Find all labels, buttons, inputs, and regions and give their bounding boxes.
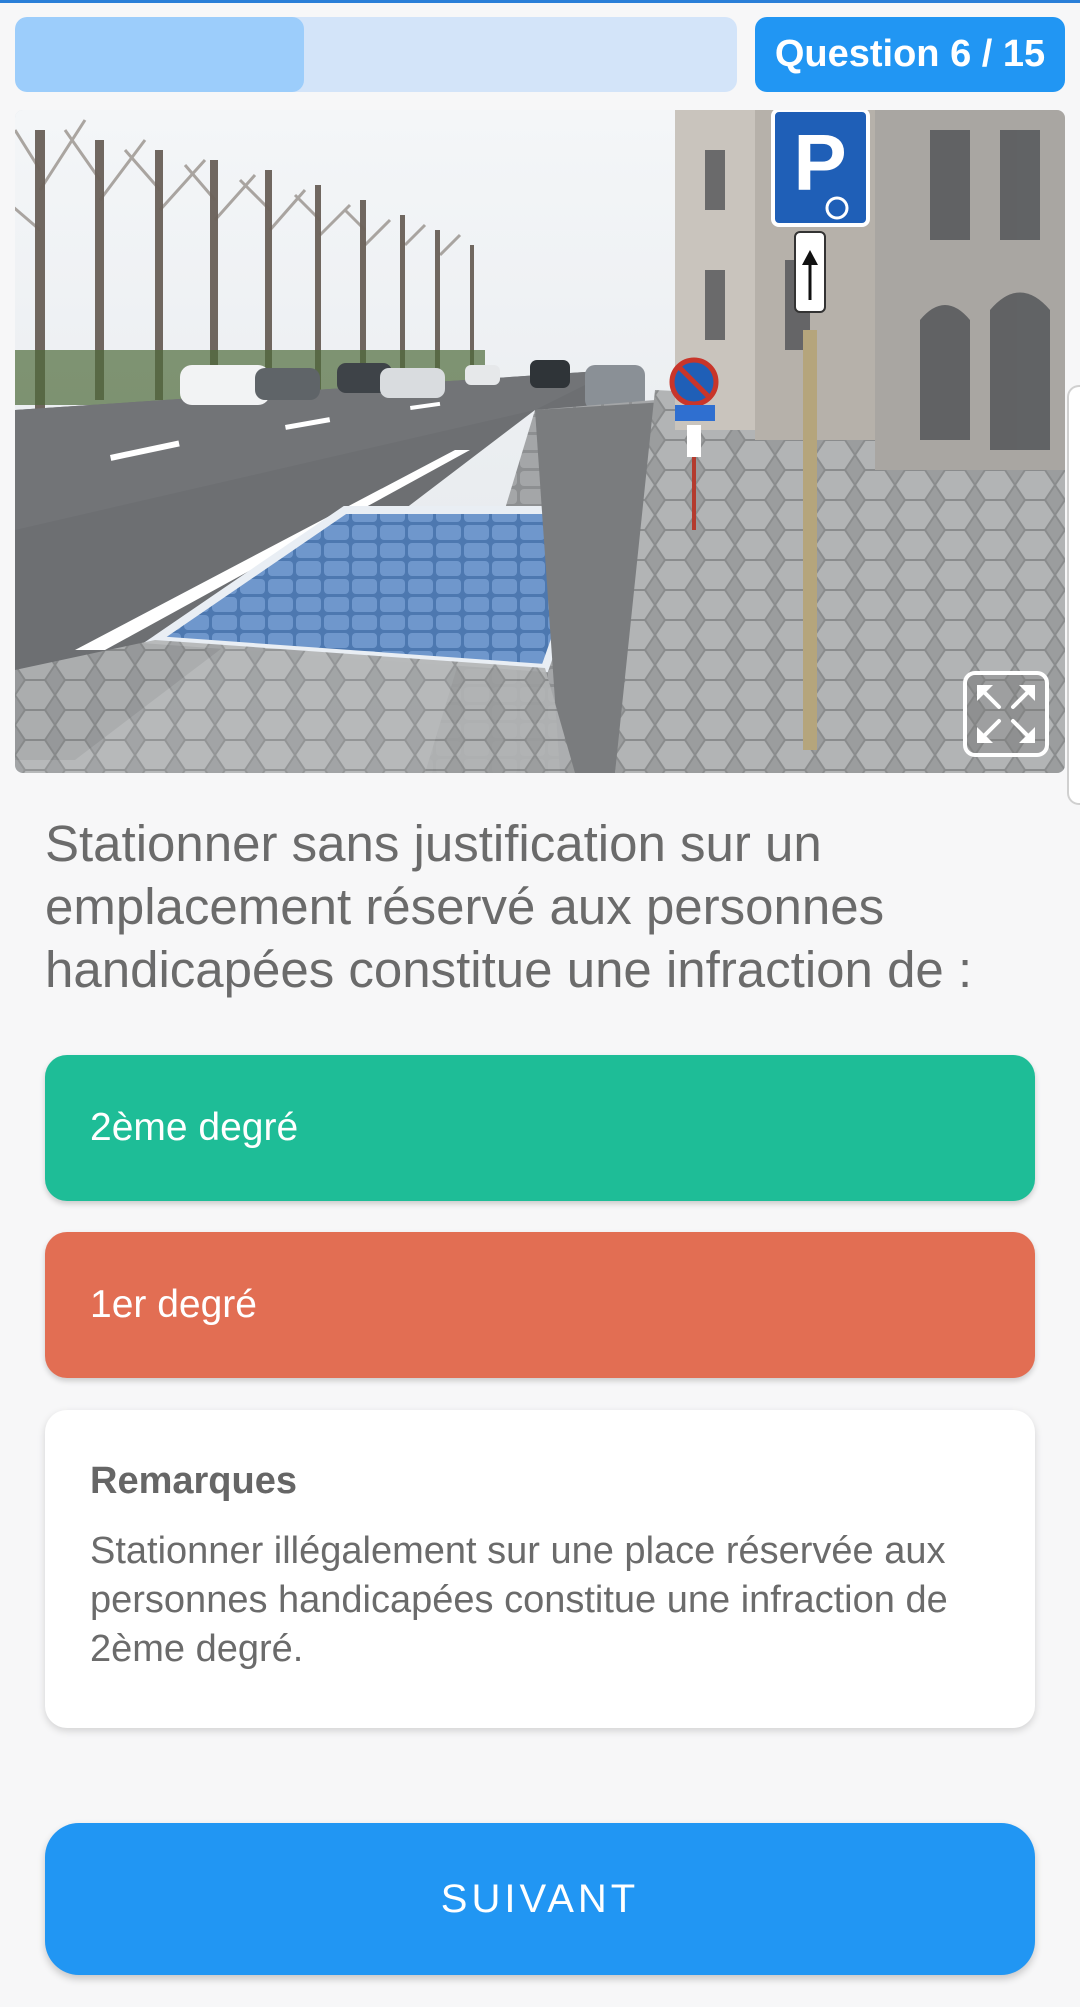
question-text: Stationner sans justification sur un emp… <box>45 815 973 998</box>
question-counter-badge: Question 6 / 15 <box>755 17 1065 92</box>
answer-label: 1er degré <box>90 1283 257 1326</box>
remarks-body: Stationner illégalement sur une place ré… <box>90 1530 948 1670</box>
expand-image-button[interactable] <box>963 671 1049 757</box>
top-accent-line <box>0 0 1080 3</box>
remarks-title: Remarques <box>90 1460 297 1502</box>
answer-option-wrong[interactable]: 1er degré <box>45 1232 1035 1378</box>
svg-text:P: P <box>793 118 846 207</box>
street-scene-illustration: P <box>15 110 1065 773</box>
answer-option-correct[interactable]: 2ème degré <box>45 1055 1035 1201</box>
quiz-progress-fill <box>15 17 304 92</box>
next-button[interactable]: SUIVANT <box>45 1823 1035 1975</box>
expand-arrows-icon <box>977 685 1035 743</box>
quiz-progress-bar <box>15 17 737 92</box>
question-photo: P <box>15 110 1065 773</box>
remarks-card: Remarques Stationner illégalement sur un… <box>45 1410 1035 1728</box>
side-drawer-handle[interactable] <box>1067 385 1080 805</box>
next-button-label: SUIVANT <box>440 1876 640 1921</box>
answer-label: 2ème degré <box>90 1106 299 1149</box>
